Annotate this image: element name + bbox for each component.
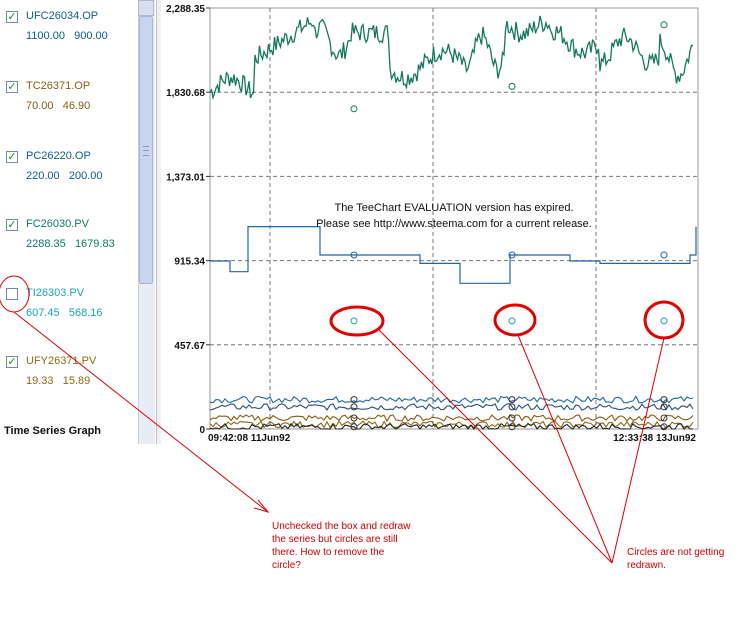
annotation-note-right: Circles are not getting redrawn. <box>627 547 725 571</box>
highlight-circle-2 <box>493 303 537 337</box>
arrow-line-3 <box>611 337 665 564</box>
arrow-line-1 <box>377 328 613 564</box>
annotation-note-left: Unchecked the box and redraw the series … <box>272 521 411 571</box>
arrow-line-left <box>13 311 269 513</box>
arrow-line-2 <box>517 334 613 564</box>
highlight-circle-3 <box>643 300 685 340</box>
highlight-circle-1 <box>329 305 385 337</box>
highlight-circle-checkbox <box>0 275 30 313</box>
